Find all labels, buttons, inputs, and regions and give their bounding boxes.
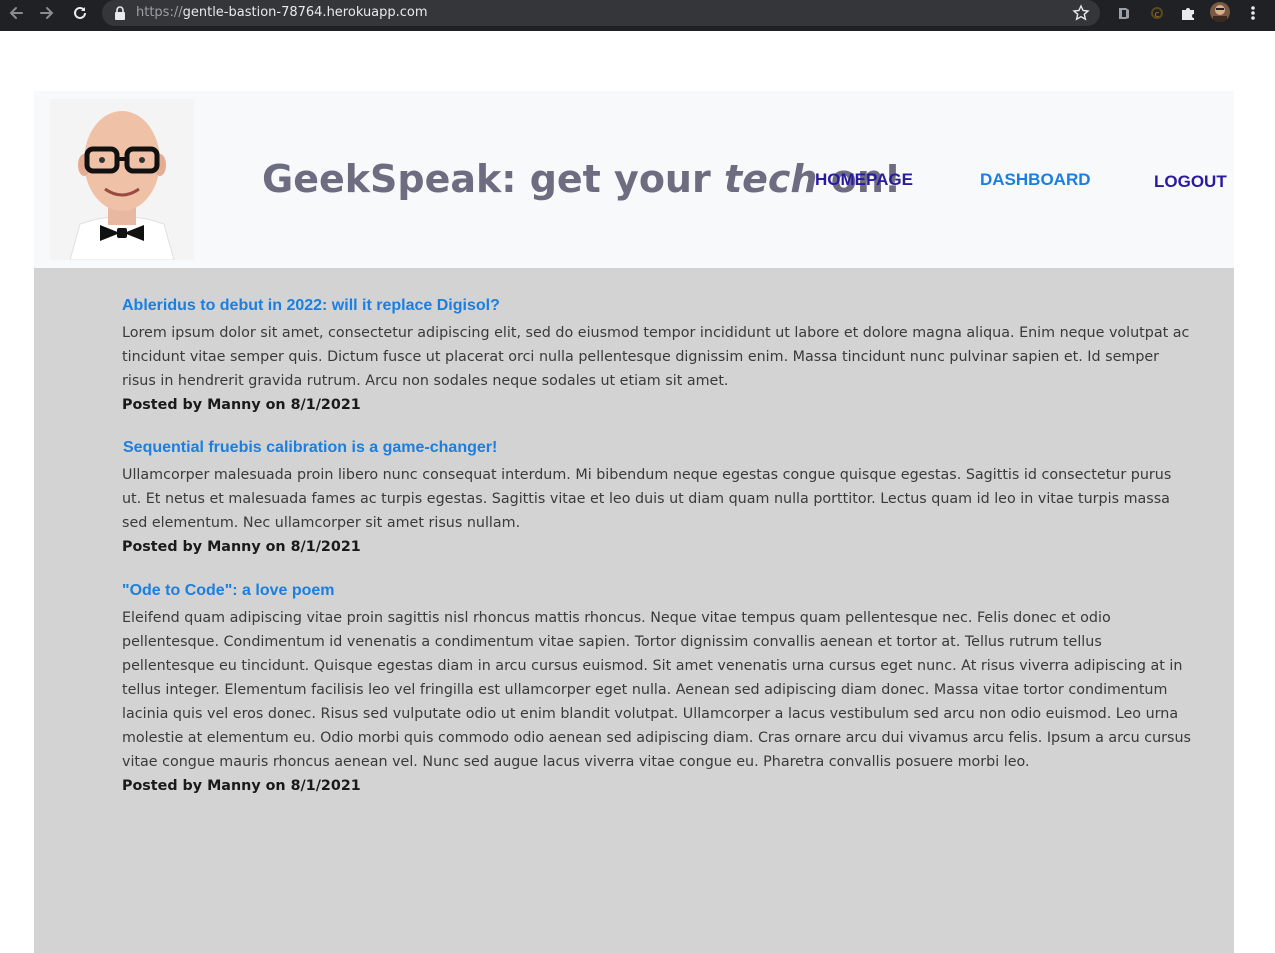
site-header: GeekSpeak: get your tech on! HOMEPAGE DA… — [34, 91, 1234, 268]
post-item: "Ode to Code": a love poem Eleifend quam… — [122, 581, 1192, 798]
nav-dashboard-link[interactable]: DASHBOARD — [980, 170, 1091, 190]
puzzle-icon[interactable] — [1180, 5, 1196, 21]
nav-homepage-link[interactable]: HOMEPAGE — [815, 170, 913, 190]
back-arrow-icon[interactable] — [7, 4, 25, 22]
browser-toolbar: https://gentle-bastion-78764.herokuapp.c… — [0, 0, 1275, 31]
posts-container: Ableridus to debut in 2022: will it repl… — [34, 268, 1234, 953]
post-body: Lorem ipsum dolor sit amet, consectetur … — [122, 325, 1190, 389]
post-title-link[interactable]: "Ode to Code": a love poem — [122, 581, 1192, 601]
post-meta: Posted by Manny on 8/1/2021 — [122, 397, 361, 413]
profile-avatar[interactable] — [1210, 2, 1230, 22]
reload-icon[interactable] — [71, 4, 89, 22]
star-icon[interactable] — [1072, 4, 1090, 22]
forward-arrow-icon[interactable] — [38, 4, 56, 22]
kebab-menu-icon[interactable] — [1245, 4, 1261, 22]
url-text[interactable]: https://gentle-bastion-78764.herokuapp.c… — [136, 5, 428, 20]
extension-icon[interactable] — [1116, 5, 1132, 21]
post-meta: Posted by Manny on 8/1/2021 — [122, 778, 361, 794]
post-meta: Posted by Manny on 8/1/2021 — [122, 539, 361, 555]
post-title-link[interactable]: Sequential fruebis calibration is a game… — [122, 438, 1192, 458]
extension-icon[interactable]: c — [1149, 5, 1165, 21]
post-item: Ableridus to debut in 2022: will it repl… — [122, 296, 1192, 417]
nav-logout-link[interactable]: LOGOUT — [1154, 172, 1227, 192]
address-bar[interactable]: https://gentle-bastion-78764.herokuapp.c… — [102, 0, 1100, 26]
svg-text:c: c — [1155, 10, 1160, 20]
site-title: GeekSpeak: get your tech on! — [262, 157, 902, 201]
post-body: Eleifend quam adipiscing vitae proin sag… — [122, 610, 1191, 770]
post-body: Ullamcorper malesuada proin libero nunc … — [122, 467, 1172, 531]
site-logo[interactable] — [50, 99, 194, 260]
post-item: Sequential fruebis calibration is a game… — [122, 438, 1192, 559]
post-title-link[interactable]: Ableridus to debut in 2022: will it repl… — [122, 296, 1192, 316]
lock-icon — [115, 6, 125, 20]
